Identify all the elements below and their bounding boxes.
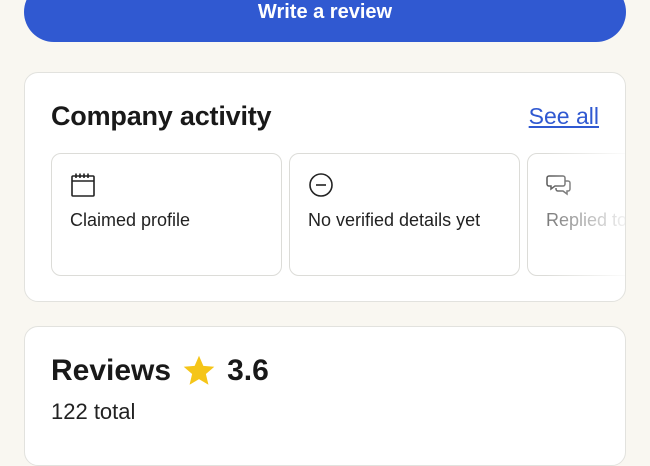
reviews-total-count: 122 total — [51, 399, 136, 424]
calendar-icon — [71, 173, 95, 197]
write-review-button[interactable]: Write a review — [24, 0, 626, 42]
activity-tile-verified[interactable]: No verified details yet — [289, 153, 520, 276]
write-review-label: Write a review — [257, 1, 393, 23]
company-activity-title: Company activity — [51, 101, 272, 131]
reviews-header: Reviews 3.6 — [51, 353, 269, 389]
rating-value: 3.6 — [227, 354, 269, 387]
activity-tile-claimed[interactable]: Claimed profile — [51, 153, 282, 276]
reviews-card: Reviews 3.6 122 total — [24, 326, 626, 466]
star-shape — [183, 355, 215, 385]
activity-carousel[interactable]: Claimed profile No verified details yet … — [51, 153, 625, 276]
activity-tile-label: No verified details yet — [308, 210, 481, 230]
see-all-link[interactable]: See all — [529, 103, 599, 130]
company-activity-header: Company activity See all — [51, 101, 599, 132]
activity-tile-replied[interactable]: Replied to negative — [527, 153, 625, 276]
activity-tile-label: Replied to negative — [546, 210, 625, 230]
reviews-title: Reviews — [51, 354, 172, 387]
chat-bubbles-icon — [546, 175, 571, 196]
activity-tile-label: Claimed profile — [70, 210, 191, 230]
minus-circle-icon — [309, 173, 333, 197]
star-icon — [183, 355, 215, 385]
company-activity-card: Company activity See all Claimed profile — [24, 72, 626, 302]
